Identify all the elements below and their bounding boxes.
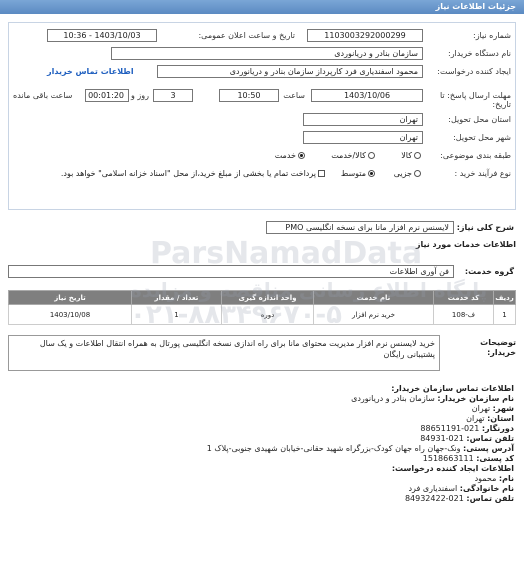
summary-field: لایسنس نرم افزار مانا برای نسخه انگلیسی … <box>266 221 454 234</box>
address-value: ونک-جهان راه جهان کودک-بزرگراه شهید حقان… <box>206 444 461 453</box>
row-purchase-type: نوع فرآیند خرید : جزیی متوسط پرداخت تمام… <box>9 167 515 183</box>
service-group-row: گروه خدمت: فن آوری اطلاعات <box>8 264 516 280</box>
col-row: ردیف <box>493 290 516 305</box>
last-name-value: اسفندیاری فرد <box>408 484 458 493</box>
cell-row: 1 <box>493 304 516 325</box>
delivery-province-field: تهران <box>303 113 423 126</box>
row-buyer: نام دستگاه خریدار: سازمان بنادر و دریانو… <box>9 47 515 63</box>
row-category: طبقه بندی موضوعی: کالا کالا/خدمت خدمت <box>9 149 515 165</box>
buyer-contact-link[interactable]: اطلاعات تماس خریدار <box>47 67 134 76</box>
purchase-option-medium[interactable]: متوسط <box>341 169 375 178</box>
fax-value: 021-88651191 <box>420 424 480 433</box>
radio-selected-icon <box>368 170 375 177</box>
row-creator: ایجاد کننده درخواست: محمود اسفندیاری فرد… <box>9 65 515 81</box>
service-group-label: گروه خدمت: <box>464 267 514 276</box>
table-row: 1 ف-108 خرید نرم افزار دوره 1 1403/10/08 <box>8 304 516 325</box>
day-word: روز و <box>131 91 149 100</box>
creator-title: اطلاعات ایجاد کننده درخواست: <box>391 464 514 473</box>
category-option-goods[interactable]: کالا <box>401 151 421 160</box>
creator-label: ایجاد کننده درخواست: <box>437 67 511 76</box>
time-word: ساعت <box>283 91 305 100</box>
delivery-province-label: استان محل تحویل: <box>448 115 511 124</box>
category-option-goods-service[interactable]: کالا/خدمت <box>331 151 375 160</box>
remaining-time-field: 00:01:20 <box>85 89 129 102</box>
page-title: جزئیات اطلاعات نیاز <box>435 2 516 11</box>
remaining-label: ساعت باقی مانده <box>13 91 73 100</box>
creator-phone-value: 021-84932422 <box>404 494 464 503</box>
col-date: تاریخ نیاز <box>8 290 132 305</box>
row-delivery-province: استان محل تحویل: تهران <box>9 113 515 129</box>
phone-value: 021-84931 <box>420 434 464 443</box>
fax-label: دورنگار: <box>481 424 514 433</box>
announce-field: 1403/10/03 - 10:36 <box>47 29 157 42</box>
contact-section: اطلاعات تماس سازمان خریدار: نام سازمان خ… <box>10 384 514 504</box>
cell-code: ف-108 <box>433 304 494 325</box>
buyer-description-field: خرید لایسنس نرم افزار مدیریت محتوای مانا… <box>8 335 440 371</box>
page-header: جزئیات اطلاعات نیاز <box>0 0 524 14</box>
services-table: ردیف کد خدمت نام خدمت واحد اندازه گیری ت… <box>8 290 516 325</box>
postal-label: کد پستی: <box>476 454 514 463</box>
cell-qty: 1 <box>131 304 222 325</box>
need-number-label: شماره نیاز: <box>473 31 511 40</box>
category-label: طبقه بندی موضوعی: <box>440 151 511 160</box>
cell-name: خرید نرم افزار <box>313 304 434 325</box>
last-name-label: نام خانوادگی: <box>459 484 514 493</box>
row-need-number: شماره نیاز: 1103003292000299 تاریخ و ساع… <box>9 29 515 45</box>
row-delivery-city: شهر محل تحویل: تهران <box>9 131 515 147</box>
services-title: اطلاعات خدمات مورد نیاز <box>415 240 516 249</box>
province-value: تهران <box>466 414 485 423</box>
summary-label: شرح کلی نیاز: <box>456 223 514 232</box>
address-label: آدرس پستی: <box>463 444 514 453</box>
postal-value: 1518663111 <box>422 454 474 463</box>
buyer-label: نام دستگاه خریدار: <box>448 49 511 58</box>
delivery-city-field: تهران <box>303 131 423 144</box>
org-value: سازمان بنادر و دریانوردی <box>351 394 435 403</box>
contact-title: اطلاعات تماس سازمان خریدار: <box>391 384 514 393</box>
radio-icon <box>368 152 375 159</box>
first-name-value: محمود <box>474 474 497 483</box>
category-option-service[interactable]: خدمت <box>275 151 305 160</box>
first-name-label: نام: <box>498 474 514 483</box>
deadline-date-field: 1403/10/06 <box>311 89 423 102</box>
radio-selected-icon <box>298 152 305 159</box>
radio-icon <box>414 170 421 177</box>
buyer-description-label: توضیحات خریدار: <box>480 338 516 357</box>
radio-icon <box>414 152 421 159</box>
buyer-field: سازمان بنادر و دریانوردی <box>111 47 423 60</box>
summary-row: شرح کلی نیاز: لایسنس نرم افزار مانا برای… <box>8 220 516 236</box>
deadline-label: مهلت ارسال پاسخ: تا تاریخ: <box>439 91 511 109</box>
col-code: کد خدمت <box>433 290 494 305</box>
deadline-time-field: 10:50 <box>219 89 279 102</box>
phone-label: تلفن تماس: <box>466 434 514 443</box>
city-label: شهر: <box>492 404 514 413</box>
services-table-wrap: ردیف کد خدمت نام خدمت واحد اندازه گیری ت… <box>8 290 516 325</box>
province-label: استان: <box>487 414 514 423</box>
creator-phone-label: تلفن تماس: <box>466 494 514 503</box>
col-qty: تعداد / مقدار <box>131 290 222 305</box>
table-header-row: ردیف کد خدمت نام خدمت واحد اندازه گیری ت… <box>8 290 516 305</box>
checkbox-icon <box>318 170 325 177</box>
col-name: نام خدمت <box>313 290 434 305</box>
city-value: تهران <box>471 404 491 413</box>
days-field: 3 <box>153 89 193 102</box>
treasury-payment-checkbox[interactable]: پرداخت تمام یا بخشی از مبلغ خرید،از محل … <box>61 169 325 178</box>
delivery-city-label: شهر محل تحویل: <box>453 133 511 142</box>
announce-label: تاریخ و ساعت اعلان عمومی: <box>198 31 295 40</box>
row-deadline: مهلت ارسال پاسخ: تا تاریخ: 1403/10/06 سا… <box>9 89 515 109</box>
cell-date: 1403/10/08 <box>8 304 132 325</box>
creator-field: محمود اسفندیاری فرد کارپرداز سازمان بناد… <box>157 65 423 78</box>
need-number-field: 1103003292000299 <box>307 29 423 42</box>
org-label: نام سازمان خریدار: <box>437 394 514 403</box>
service-group-field: فن آوری اطلاعات <box>8 265 454 278</box>
cell-unit: دوره <box>221 304 314 325</box>
col-unit: واحد اندازه گیری <box>221 290 314 305</box>
purchase-label: نوع فرآیند خرید : <box>454 169 511 178</box>
need-details-frame: شماره نیاز: 1103003292000299 تاریخ و ساع… <box>8 22 516 210</box>
purchase-option-minor[interactable]: جزیی <box>394 169 421 178</box>
